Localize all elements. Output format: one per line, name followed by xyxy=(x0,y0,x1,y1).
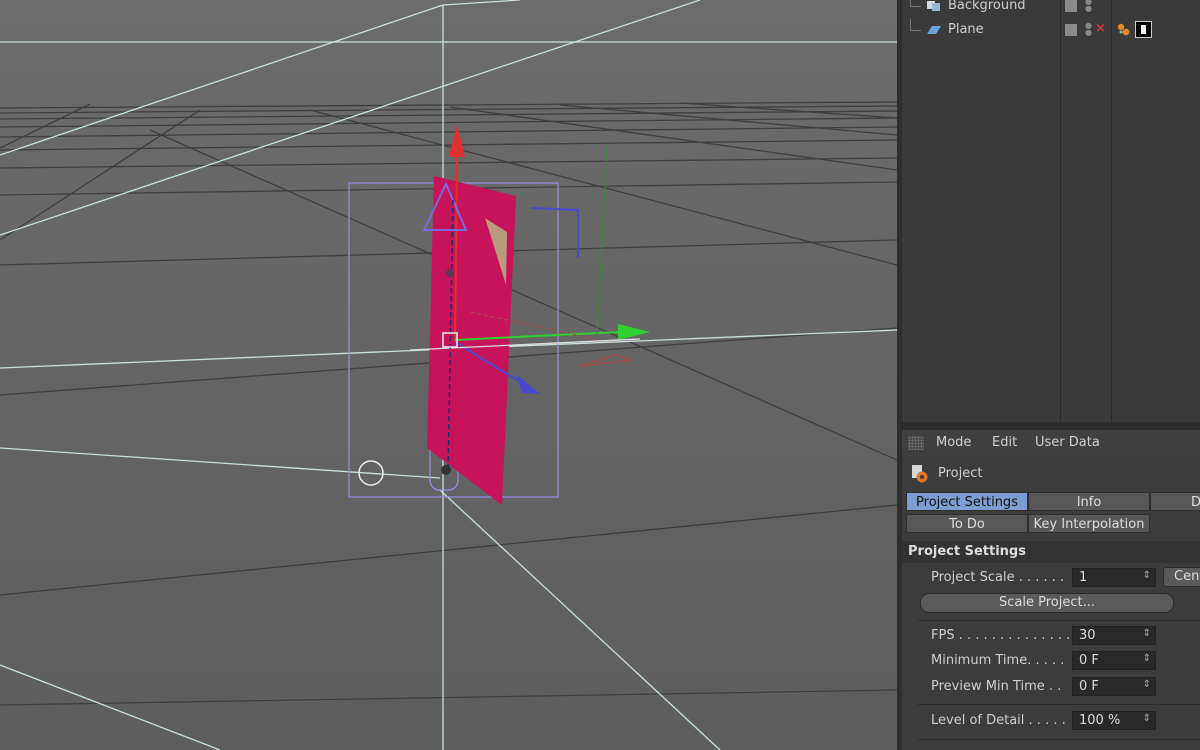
object-name: Background xyxy=(948,0,1026,13)
spinner-icon[interactable]: ⇕ xyxy=(1143,679,1151,690)
project-scale-unit-button[interactable]: Cent xyxy=(1163,567,1200,587)
menu-mode[interactable]: Mode xyxy=(936,435,971,450)
object-row-background[interactable]: Background ● ● xyxy=(902,0,1200,17)
world-axis-y xyxy=(596,144,608,338)
material-tag-icon[interactable] xyxy=(1116,22,1132,38)
field-value: 0 F xyxy=(1079,679,1099,694)
project-gear-icon xyxy=(912,465,928,483)
tab-project-settings[interactable]: Project Settings xyxy=(906,492,1028,511)
tab-key-interpolation[interactable]: Key Interpolation xyxy=(1028,514,1150,533)
object-manager: Background ● ● Plane ● ● × xyxy=(902,0,1200,422)
minimum-time-field[interactable]: 0 F ⇕ xyxy=(1072,651,1156,670)
disabled-x-icon[interactable]: × xyxy=(1095,21,1106,36)
tree-connector xyxy=(910,19,921,31)
y-axis-arrow[interactable] xyxy=(449,125,465,157)
field-value: 100 % xyxy=(1079,713,1121,728)
preview-min-time-field[interactable]: 0 F ⇕ xyxy=(1072,677,1156,696)
level-of-detail-label: Level of Detail . . . . . xyxy=(931,713,1066,728)
om-column-divider xyxy=(1060,0,1061,422)
axis-point xyxy=(446,269,454,277)
spinner-icon[interactable]: ⇕ xyxy=(1143,713,1151,724)
background-object-icon xyxy=(927,1,940,11)
world-axis-x-arrow xyxy=(579,354,633,367)
menu-user-data[interactable]: User Data xyxy=(1035,435,1100,450)
attribute-manager: Mode Edit User Data Project Project Sett… xyxy=(902,430,1200,750)
divider xyxy=(918,739,1200,740)
attribute-title-text: Project xyxy=(938,466,983,481)
menu-edit[interactable]: Edit xyxy=(992,435,1017,450)
field-value: 0 F xyxy=(1079,653,1099,668)
attribute-menu-bar: Mode Edit User Data xyxy=(902,430,1200,456)
viewport-3d[interactable] xyxy=(0,0,897,750)
grip-icon[interactable] xyxy=(908,436,924,450)
fps-field[interactable]: 30 ⇕ xyxy=(1072,626,1156,645)
layer-swatch[interactable] xyxy=(1065,0,1077,12)
scale-project-button[interactable]: Scale Project... xyxy=(920,593,1174,613)
field-value: 1 xyxy=(1079,570,1088,585)
level-of-detail-field[interactable]: 100 % ⇕ xyxy=(1072,711,1156,730)
x-axis-arrow[interactable] xyxy=(618,324,650,340)
project-scale-label: Project Scale . . . . . . xyxy=(931,570,1065,585)
plane-object-icon xyxy=(927,26,941,34)
tree-connector xyxy=(910,0,921,7)
divider xyxy=(918,704,1200,705)
scene-canvas[interactable] xyxy=(0,0,897,750)
plane-object[interactable] xyxy=(427,176,516,505)
object-row-plane[interactable]: Plane ● ● × xyxy=(902,19,1200,41)
spinner-icon[interactable]: ⇕ xyxy=(1143,653,1151,664)
om-column-divider xyxy=(1111,0,1112,422)
spinner-icon[interactable]: ⇕ xyxy=(1143,570,1151,581)
texture-tag-icon[interactable] xyxy=(1135,21,1152,38)
field-value: 30 xyxy=(1079,628,1096,643)
layer-swatch[interactable] xyxy=(1065,24,1077,36)
manager-splitter[interactable] xyxy=(902,422,1200,430)
object-name: Plane xyxy=(948,22,984,37)
attribute-title: Project xyxy=(902,460,1200,488)
fps-label: FPS . . . . . . . . . . . . . . . xyxy=(931,628,1079,643)
spinner-icon[interactable]: ⇕ xyxy=(1143,628,1151,639)
tab-info[interactable]: Info xyxy=(1028,492,1150,511)
project-scale-field[interactable]: 1 ⇕ xyxy=(1072,568,1156,587)
z-axis-arrow[interactable] xyxy=(516,374,540,394)
base-point xyxy=(441,465,451,475)
divider xyxy=(918,620,1200,621)
visibility-dots[interactable]: ● ● xyxy=(1085,22,1092,37)
preview-min-time-label: Preview Min Time . . xyxy=(931,679,1062,694)
section-title: Project Settings xyxy=(908,544,1026,559)
minimum-time-label: Minimum Time. . . . . xyxy=(931,653,1065,668)
visibility-dots[interactable]: ● ● xyxy=(1085,0,1092,13)
tab-to-do[interactable]: To Do xyxy=(906,514,1028,533)
tab-dynamics[interactable]: Dyn xyxy=(1150,492,1200,511)
section-header[interactable]: Project Settings xyxy=(902,541,1200,563)
